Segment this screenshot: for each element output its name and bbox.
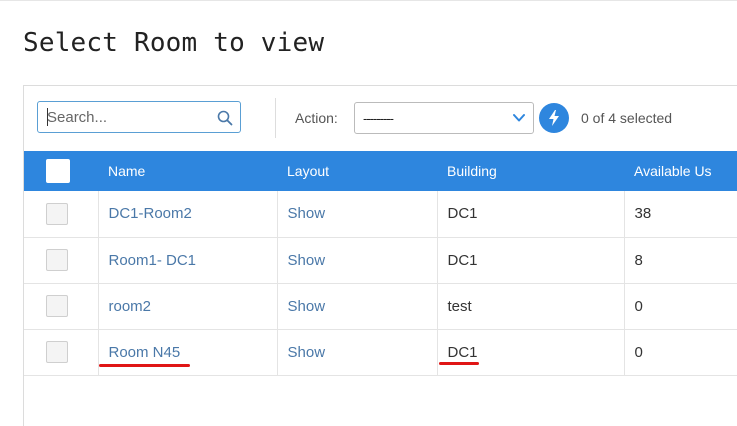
top-border xyxy=(0,0,737,1)
column-header-name[interactable]: Name xyxy=(98,151,277,191)
room-name-cell: DC1-Room2 xyxy=(98,191,278,238)
page-title: Select Room to view xyxy=(23,28,325,58)
building-cell: DC1 xyxy=(437,191,625,238)
building-cell: DC1 xyxy=(437,237,625,284)
available-us-cell: 8 xyxy=(624,237,737,284)
column-header-available-us[interactable]: Available Us xyxy=(624,151,737,191)
room-name-link[interactable]: DC1-Room2 xyxy=(109,205,192,222)
row-checkbox-cell xyxy=(24,191,99,238)
column-header-building[interactable]: Building xyxy=(437,151,624,191)
building-cell: DC1 xyxy=(437,329,625,376)
room-name-cell: Room N45 xyxy=(98,329,278,376)
toolbar-divider xyxy=(275,98,276,138)
room-name-link[interactable]: Room1- DC1 xyxy=(109,252,197,269)
layout-cell: Show xyxy=(277,283,438,330)
building-cell: test xyxy=(437,283,625,330)
search-icon[interactable] xyxy=(217,110,233,126)
select-all-checkbox[interactable] xyxy=(46,159,70,183)
table-row: Room N45 Show DC1 0 xyxy=(24,329,737,376)
layout-show-link[interactable]: Show xyxy=(288,205,326,222)
header-select-all-cell xyxy=(24,151,98,191)
row-checkbox[interactable] xyxy=(46,249,68,271)
highlight-underline-room-name xyxy=(99,364,190,367)
table-row: Room1- DC1 Show DC1 8 xyxy=(24,237,737,284)
layout-cell: Show xyxy=(277,329,438,376)
action-select[interactable]: --------- xyxy=(354,102,534,134)
row-checkbox[interactable] xyxy=(46,341,68,363)
selected-count: 0 of 4 selected xyxy=(581,110,673,126)
room-name-cell: Room1- DC1 xyxy=(98,237,278,284)
available-us-cell: 38 xyxy=(624,191,737,238)
lightning-bolt-icon xyxy=(549,110,559,126)
search-input[interactable] xyxy=(38,102,222,132)
text-cursor xyxy=(47,108,48,126)
run-action-button[interactable] xyxy=(539,103,569,133)
row-checkbox[interactable] xyxy=(46,295,68,317)
action-label: Action: xyxy=(295,110,338,126)
row-checkbox-cell xyxy=(24,283,99,330)
table-header-row: Name Layout Building Available Us xyxy=(24,151,737,191)
available-us-cell: 0 xyxy=(624,283,737,330)
search-box xyxy=(37,101,241,133)
column-header-layout[interactable]: Layout xyxy=(277,151,437,191)
chevron-down-icon xyxy=(513,114,525,122)
room-name-link[interactable]: room2 xyxy=(109,298,152,315)
layout-show-link[interactable]: Show xyxy=(288,344,326,361)
row-checkbox-cell xyxy=(24,237,99,284)
highlight-underline-building xyxy=(439,362,479,365)
layout-cell: Show xyxy=(277,237,438,284)
layout-cell: Show xyxy=(277,191,438,238)
room-name-link[interactable]: Room N45 xyxy=(109,344,181,361)
table-row: room2 Show test 0 xyxy=(24,283,737,330)
available-us-cell: 0 xyxy=(624,329,737,376)
row-checkbox[interactable] xyxy=(46,202,68,225)
action-select-value: --------- xyxy=(363,111,394,126)
rooms-table: Name Layout Building Available Us DC1-Ro… xyxy=(24,151,737,376)
layout-show-link[interactable]: Show xyxy=(288,298,326,315)
layout-show-link[interactable]: Show xyxy=(288,252,326,269)
toolbar: Action: --------- 0 of 4 selected xyxy=(24,86,737,151)
room-list-panel: Action: --------- 0 of 4 selected xyxy=(23,85,737,426)
room-name-cell: room2 xyxy=(98,283,278,330)
table-row: DC1-Room2 Show DC1 38 xyxy=(24,191,737,238)
row-checkbox-cell xyxy=(24,329,99,376)
